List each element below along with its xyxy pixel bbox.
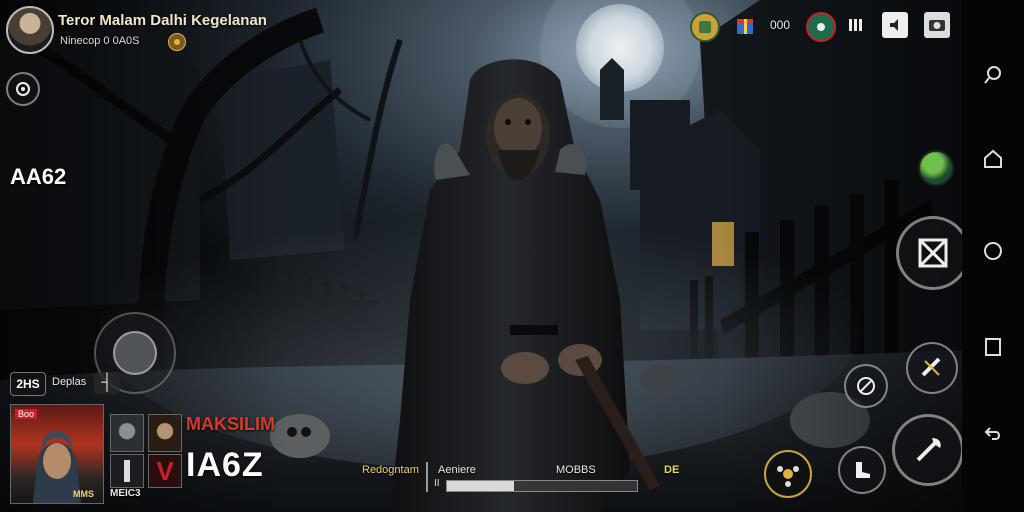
home-icon[interactable] (978, 144, 1008, 174)
game-scene (0, 0, 962, 512)
cards-title: MAKSILIM (186, 414, 275, 434)
character-slot-1[interactable] (110, 414, 144, 452)
pause-icon[interactable] (842, 12, 868, 38)
badge-icon[interactable] (806, 12, 836, 42)
system-nav-bar (962, 0, 1024, 512)
axe-icon (916, 438, 941, 462)
circle-home-icon[interactable] (978, 236, 1008, 266)
skill-button-2[interactable] (844, 364, 888, 408)
camera-icon[interactable] (924, 12, 950, 38)
skill-button-1[interactable] (906, 342, 958, 394)
hero-card[interactable]: Boo MMS (10, 404, 104, 504)
crossed-box-icon (918, 238, 948, 268)
hero-card-badge: Boo (15, 409, 38, 419)
map-button[interactable] (896, 216, 970, 290)
recents-icon[interactable] (978, 332, 1008, 362)
mini-badge[interactable]: 2HS (10, 372, 46, 396)
attack-button[interactable] (892, 414, 964, 486)
no-weapon-icon (857, 377, 875, 395)
item-wheel[interactable] (764, 450, 812, 498)
status-tag: DE (664, 464, 680, 476)
mini-badge-label: 2HS (16, 377, 40, 391)
cards-sub-label: MEIC3 (110, 488, 141, 499)
boot-icon (856, 462, 870, 478)
skill-button-3[interactable] (838, 446, 886, 494)
shield-icon[interactable] (690, 12, 720, 42)
joystick-knob[interactable] (113, 331, 157, 375)
counter-label: 000 (770, 18, 791, 32)
status-center-label: Aeniere (438, 464, 476, 476)
target-icon[interactable] (6, 72, 40, 106)
status-right-label: MOBBS (556, 464, 596, 476)
character-slot-3[interactable] (110, 454, 144, 488)
player-subtitle: Ninecop 0 0A0S (60, 35, 140, 47)
back-icon[interactable] (978, 418, 1008, 448)
game-title: Teror Malam Dalhi Kegelanan (58, 12, 267, 29)
character-slot-4[interactable]: V (148, 454, 182, 488)
cross-icon[interactable]: ┤ (94, 372, 120, 394)
status-divider (426, 462, 428, 492)
character-slot-2[interactable] (148, 414, 182, 452)
progress-fill (447, 481, 514, 491)
game-screen: Teror Malam Dalhi Kegelanan Ninecop 0 0A… (0, 0, 1024, 512)
slash-icon (921, 357, 941, 377)
item-wheel-icon (777, 466, 799, 487)
coin-icon[interactable] (168, 33, 186, 51)
gift-icon[interactable] (732, 12, 758, 38)
globe-icon[interactable] (918, 150, 954, 186)
progress-track (446, 480, 638, 492)
player-avatar[interactable] (6, 6, 54, 54)
status-left-label: Redogntam (362, 464, 419, 476)
mini-text: Deplas (52, 376, 87, 388)
score-label: AA62 (10, 164, 67, 189)
assist-icon[interactable] (978, 60, 1008, 90)
cards-big-label: IA6Z (186, 446, 264, 484)
hero-card-caption: MMS (73, 489, 94, 499)
progress-marker: II (434, 478, 440, 489)
volume-icon[interactable] (882, 12, 908, 38)
